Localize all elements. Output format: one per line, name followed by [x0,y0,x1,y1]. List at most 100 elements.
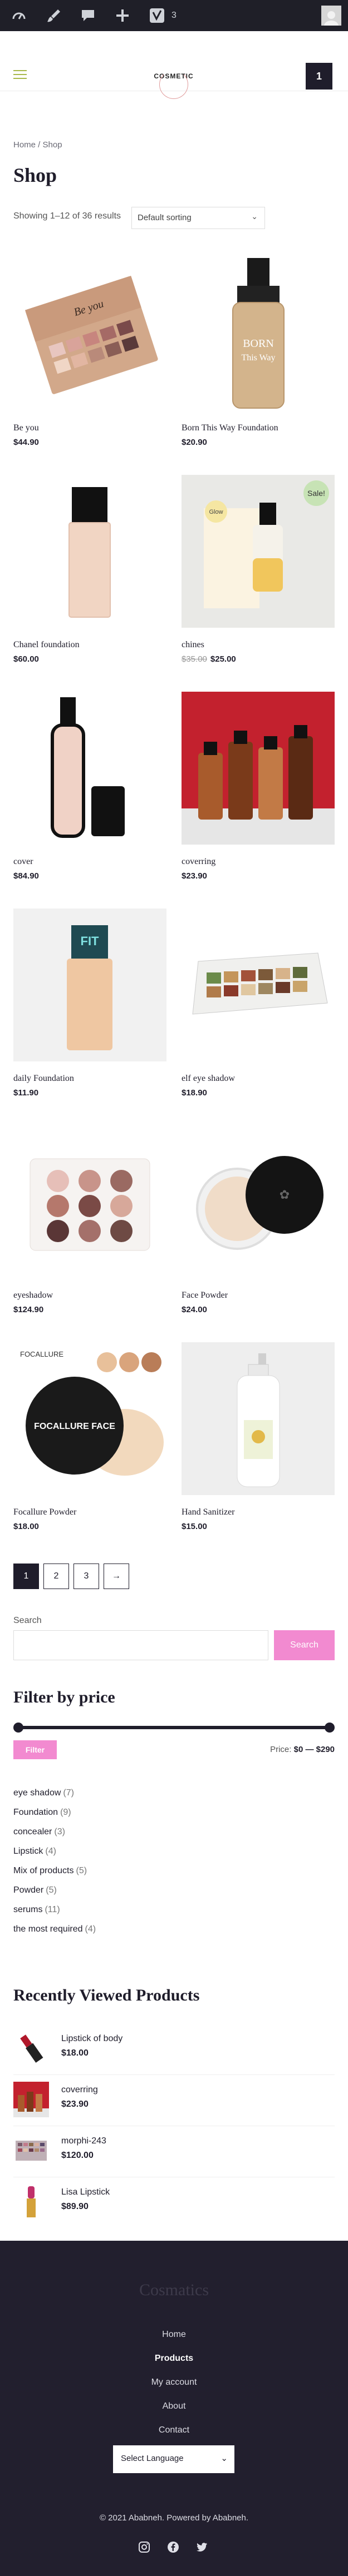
page-2-button[interactable]: 2 [43,1564,69,1589]
footer-nav-home[interactable]: Home [0,2330,348,2354]
product-card[interactable]: coverring $23.90 [182,692,335,881]
footer-nav-products[interactable]: Products [0,2354,348,2378]
product-name[interactable]: Hand Sanitizer [182,1507,335,1517]
product-card[interactable]: BORN This Way Born This Way Foundation $… [182,258,335,447]
product-image[interactable] [13,475,166,628]
product-image[interactable]: FIT [13,909,166,1061]
breadcrumb[interactable]: Home / Shop [13,140,62,150]
product-card[interactable]: eyeshadow $124.90 [13,1125,166,1314]
product-name[interactable]: Born This Way Foundation [182,423,335,433]
price-slider-min-handle[interactable] [13,1723,23,1733]
product-name[interactable]: chines [182,640,335,650]
product-image[interactable]: Be you [13,258,166,411]
page-1-button[interactable]: 1 [13,1564,39,1589]
product-name[interactable]: Face Powder [182,1291,335,1301]
rv-name[interactable]: morphi-243 [61,2136,106,2146]
product-image[interactable]: ✿ [182,1125,335,1278]
product-card[interactable]: FIT daily Foundation $11.90 [13,909,166,1098]
product-image[interactable] [182,692,335,845]
category-list: eye shadow (7) Foundation (9) concealer (3)… [13,1788,96,1944]
language-select[interactable]: Select Language ⌄ [113,2445,234,2473]
recently-viewed-item[interactable]: coverring $23.90 [13,2075,335,2126]
product-image[interactable] [13,1125,166,1278]
rv-thumbnail[interactable] [13,2184,49,2220]
facebook-icon[interactable] [166,2540,180,2554]
updates-count[interactable]: 3 [171,11,177,21]
rv-name[interactable]: Lipstick of body [61,2034,122,2044]
twitter-icon[interactable] [195,2540,209,2554]
product-name[interactable]: coverring [182,857,335,867]
language-selected: Select Language [121,2454,184,2463]
price-slider-max-handle[interactable] [325,1723,335,1733]
site-logo[interactable]: COSMETIC [146,60,202,99]
product-card[interactable]: FOCALLURE FOCALLURE FACE Focallure Powde… [13,1342,166,1531]
category-name[interactable]: concealer [13,1827,52,1837]
category-item[interactable]: concealer (3) [13,1827,96,1847]
product-card[interactable]: elf eye shadow $18.90 [182,909,335,1098]
rv-thumbnail[interactable] [13,2082,49,2117]
seo-plugin-icon[interactable] [146,4,168,27]
next-page-button[interactable]: → [104,1564,129,1589]
category-name[interactable]: Powder [13,1885,43,1895]
category-name[interactable]: Foundation [13,1808,58,1817]
chevron-down-icon: ⌄ [251,212,258,221]
category-name[interactable]: Lipstick [13,1847,43,1856]
cart-button[interactable]: 1 [306,63,332,90]
product-name[interactable]: cover [13,857,166,867]
rv-thumbnail[interactable] [13,2031,49,2066]
price-slider-track[interactable] [17,1726,331,1729]
product-card[interactable]: Glow Sale! chines $35.00 $25.00 [182,475,335,664]
menu-toggle-button[interactable] [13,70,27,80]
product-card[interactable]: Chanel foundation $60.00 [13,475,166,664]
category-name[interactable]: eye shadow [13,1788,61,1798]
category-name[interactable]: Mix of products [13,1866,73,1875]
orderby-select[interactable]: Default sorting ⌄ [131,207,265,229]
comments-icon[interactable] [77,4,99,27]
product-image[interactable] [13,692,166,845]
product-card[interactable]: ✿ Face Powder $24.00 [182,1125,335,1314]
category-item[interactable]: Lipstick (4) [13,1847,96,1866]
footer-nav-about[interactable]: About [0,2401,348,2425]
search-button[interactable]: Search [274,1630,335,1660]
product-image[interactable]: FOCALLURE FOCALLURE FACE [13,1342,166,1495]
rv-name[interactable]: coverring [61,2085,98,2095]
category-item[interactable]: serums (11) [13,1905,96,1924]
product-name[interactable]: elf eye shadow [182,1074,335,1084]
product-card[interactable]: Be you Be you $44.90 [13,258,166,447]
product-image[interactable] [182,1342,335,1495]
category-item[interactable]: the most required (4) [13,1924,96,1944]
category-name[interactable]: serums [13,1905,42,1914]
category-name[interactable]: the most required [13,1924,83,1934]
product-name[interactable]: Be you [13,423,166,433]
recently-viewed-item[interactable]: morphi-243 $120.00 [13,2126,335,2177]
price-value: $18.90 [182,1088,207,1098]
category-item[interactable]: Foundation (9) [13,1808,96,1827]
filter-button[interactable]: Filter [13,1740,57,1759]
user-avatar[interactable] [321,6,341,26]
recently-viewed-item[interactable]: Lipstick of body $18.00 [13,2024,335,2075]
product-image[interactable] [182,909,335,1061]
product-image[interactable]: BORN This Way [182,258,335,411]
search-input[interactable] [13,1630,268,1660]
product-name[interactable]: daily Foundation [13,1074,166,1084]
product-name[interactable]: Focallure Powder [13,1507,166,1517]
product-name[interactable]: Chanel foundation [13,640,166,650]
category-item[interactable]: Mix of products (5) [13,1866,96,1885]
product-image[interactable]: Glow Sale! [182,475,335,628]
category-item[interactable]: Powder (5) [13,1885,96,1905]
rv-name[interactable]: Lisa Lipstick [61,2187,110,2197]
product-card[interactable]: Hand Sanitizer $15.00 [182,1342,335,1531]
footer-nav-my-account[interactable]: My account [0,2378,348,2401]
instagram-icon[interactable] [137,2540,151,2554]
customize-brush-icon[interactable] [42,4,65,27]
product-name[interactable]: eyeshadow [13,1291,166,1301]
add-new-icon[interactable] [111,4,134,27]
svg-text:✿: ✿ [280,1188,290,1202]
page-3-button[interactable]: 3 [73,1564,99,1589]
rv-price: $89.90 [61,2202,89,2211]
category-item[interactable]: eye shadow (7) [13,1788,96,1808]
product-card[interactable]: cover $84.90 [13,692,166,881]
recently-viewed-item[interactable]: Lisa Lipstick $89.90 [13,2177,335,2228]
rv-thumbnail[interactable] [13,2133,49,2168]
dashboard-icon[interactable] [8,4,30,27]
